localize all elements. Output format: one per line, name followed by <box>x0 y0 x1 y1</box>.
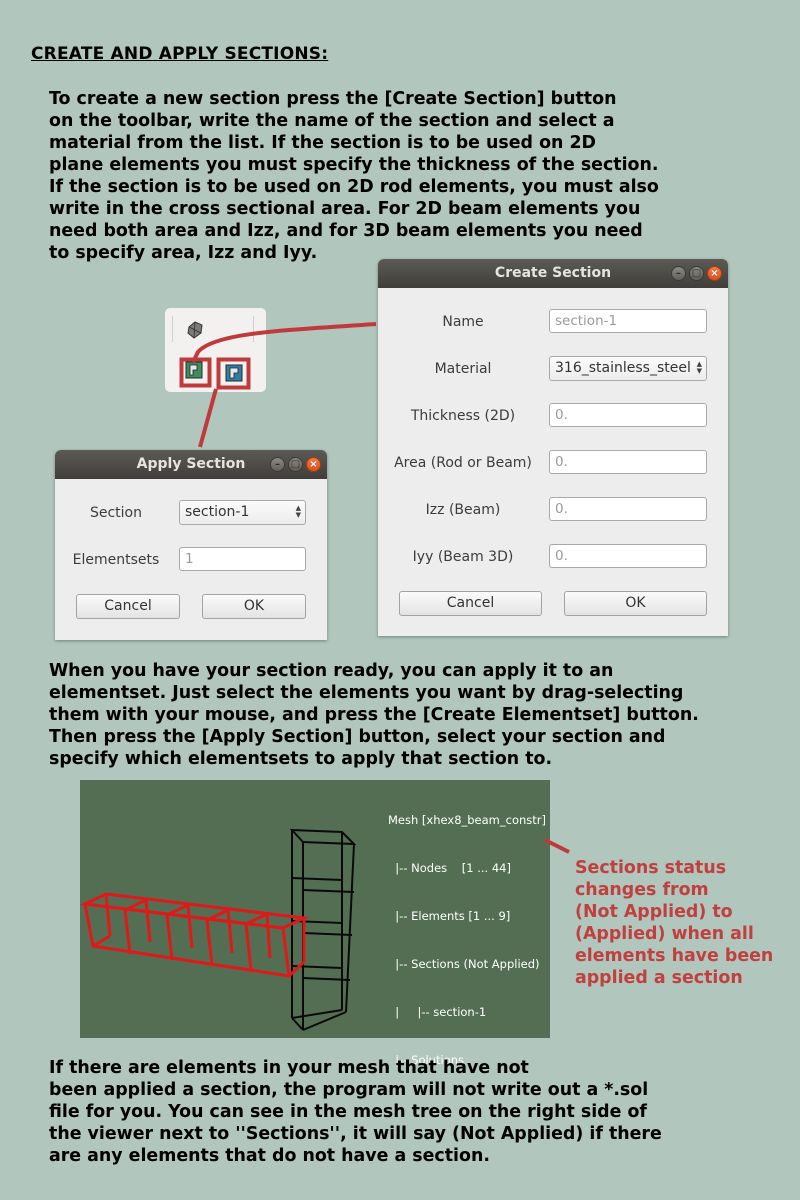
apply-section-icon[interactable] <box>224 363 244 383</box>
section-value: section-1 <box>185 504 250 520</box>
ok-button[interactable]: OK <box>564 591 707 616</box>
section-select[interactable]: section-1 ▲ ▼ <box>179 500 306 525</box>
minimize-icon[interactable]: – <box>671 266 686 281</box>
elementsets-field[interactable]: 1 <box>179 547 306 571</box>
apply-section-dialog: Apply Section – □ × Section section-1 ▲ ▼… <box>55 450 327 640</box>
minimize-icon[interactable]: – <box>270 457 285 472</box>
izz-label: Izz (Beam) <box>425 502 501 518</box>
mesh-tree: Mesh [xhex8_beam_constr] |-- Nodes [1 ..… <box>388 780 546 1084</box>
create-section-dialog: Create Section – □ × Name section-1 Mate… <box>378 259 728 636</box>
mesh-tree-elements[interactable]: |-- Elements [1 ... 9] <box>388 908 546 924</box>
thickness-field[interactable]: 0. <box>549 403 707 427</box>
maximize-icon[interactable]: □ <box>288 457 303 472</box>
mesh-tree-root[interactable]: Mesh [xhex8_beam_constr] <box>388 812 546 828</box>
spinner-arrows-icon: ▲ ▼ <box>295 504 301 519</box>
apply-paragraph: When you have your section ready, you ca… <box>49 661 699 769</box>
elementsets-label: Elementsets <box>72 552 160 568</box>
mesh-tree-sections[interactable]: |-- Sections (Not Applied) <box>388 956 546 972</box>
name-field[interactable]: section-1 <box>549 309 707 333</box>
apply-section-title: Apply Section <box>136 456 246 472</box>
mesh-icon[interactable] <box>185 319 207 341</box>
material-value: 316_stainless_steel <box>555 360 691 376</box>
page-heading: CREATE AND APPLY SECTIONS: <box>31 44 329 64</box>
name-label: Name <box>442 314 484 330</box>
intro-paragraph: To create a new section press the [Creat… <box>49 89 659 263</box>
section-label: Section <box>89 505 142 521</box>
material-select[interactable]: 316_stainless_steel ▲ ▼ <box>549 356 707 381</box>
material-label: Material <box>434 361 492 377</box>
izz-field[interactable]: 0. <box>549 497 707 521</box>
area-field[interactable]: 0. <box>549 450 707 474</box>
mesh-tree-section-1[interactable]: | |-- section-1 <box>388 1004 546 1020</box>
create-section-title: Create Section <box>494 265 612 281</box>
sections-status-callout: Sections status changes from (Not Applie… <box>575 858 774 988</box>
iyy-field[interactable]: 0. <box>549 544 707 568</box>
iyy-label: Iyy (Beam 3D) <box>412 549 514 565</box>
spinner-arrows-icon: ▲ ▼ <box>696 360 702 375</box>
outro-paragraph: If there are elements in your mesh that … <box>49 1058 662 1166</box>
toolbar <box>165 308 266 392</box>
create-section-titlebar: Create Section – □ × <box>378 259 728 288</box>
ok-button[interactable]: OK <box>202 594 306 619</box>
mesh-tree-nodes[interactable]: |-- Nodes [1 ... 44] <box>388 860 546 876</box>
cancel-button[interactable]: Cancel <box>399 591 542 616</box>
maximize-icon[interactable]: □ <box>689 266 704 281</box>
close-icon[interactable]: × <box>707 266 722 281</box>
create-section-icon[interactable] <box>184 360 204 380</box>
close-icon[interactable]: × <box>306 457 321 472</box>
cancel-button[interactable]: Cancel <box>76 594 180 619</box>
apply-section-titlebar: Apply Section – □ × <box>55 450 327 479</box>
area-label: Area (Rod or Beam) <box>394 455 532 471</box>
thickness-label: Thickness (2D) <box>410 408 516 424</box>
